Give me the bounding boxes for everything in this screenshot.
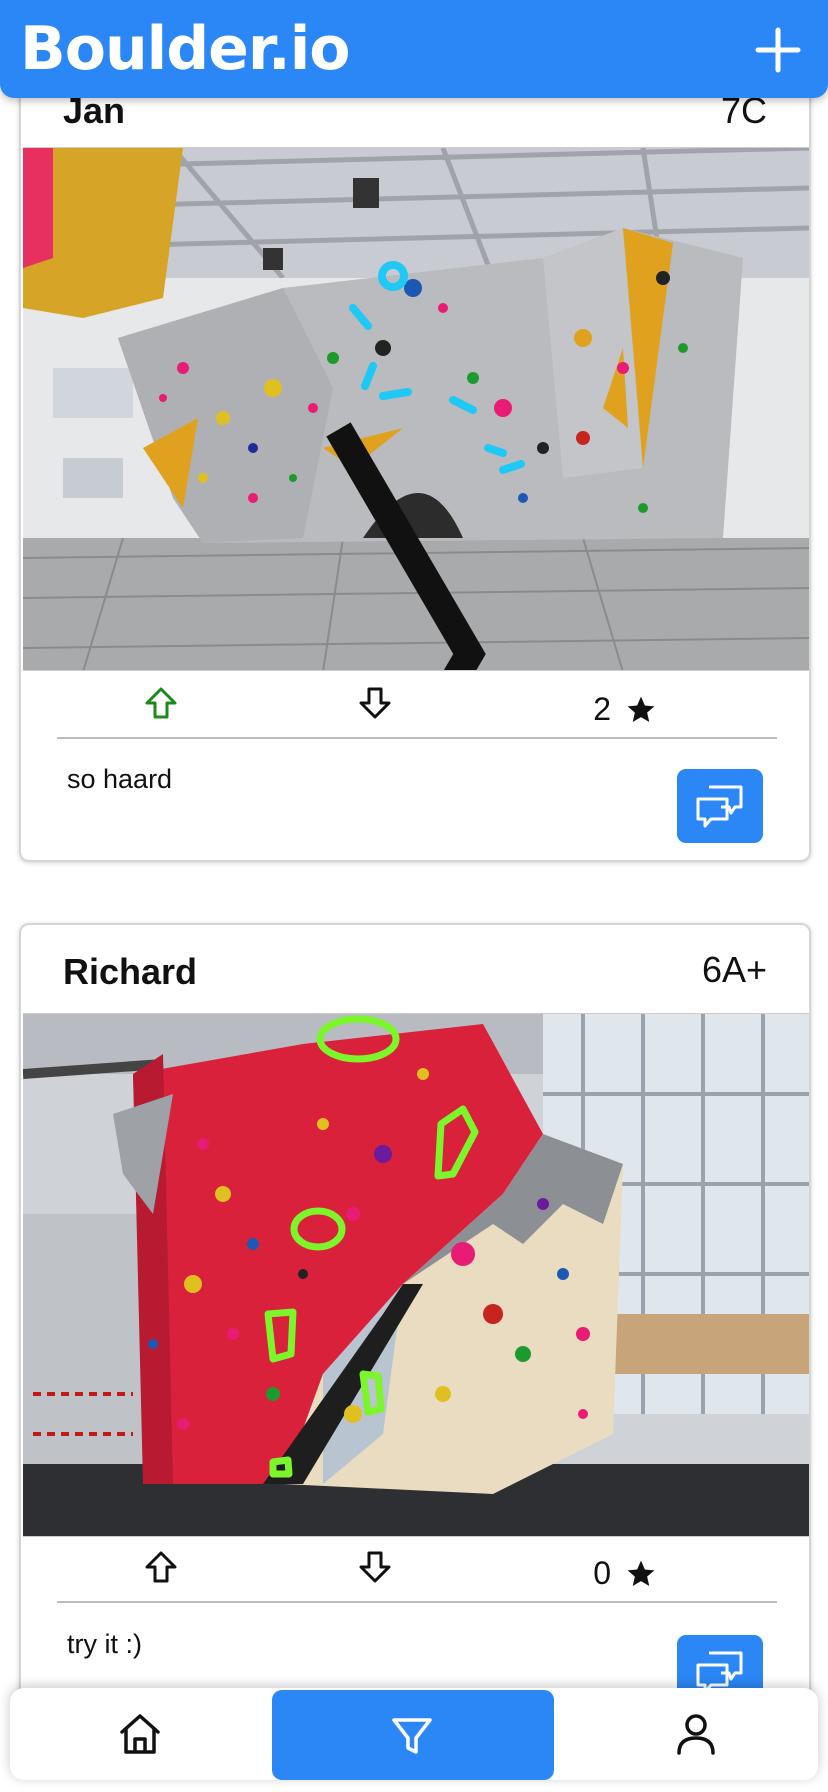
arrow-up-icon: [145, 1551, 177, 1583]
home-icon: [120, 1714, 160, 1754]
upvote-button[interactable]: [143, 685, 179, 721]
arrow-down-icon: [359, 687, 391, 719]
add-post-button[interactable]: [754, 26, 802, 74]
boulder-photo-image: [23, 1014, 809, 1536]
vote-row: 0: [57, 1537, 777, 1603]
post-author: Richard: [63, 951, 198, 992]
filter-icon: [392, 1718, 432, 1754]
nav-home-button[interactable]: [10, 1688, 272, 1780]
chat-bubbles-icon: [696, 785, 743, 828]
rating: 2: [593, 691, 657, 728]
downvote-button[interactable]: [357, 685, 393, 721]
arrow-down-icon: [359, 1551, 391, 1583]
rating-value: 0: [593, 1555, 611, 1591]
post-card: Richard 6A+ 0 try it:): [19, 923, 811, 1743]
plus-icon: [755, 27, 801, 73]
vote-row: 2: [57, 673, 777, 739]
post-grade: 6A+: [701, 949, 767, 990]
post-card: Jan 7C 2 so haard: [19, 50, 811, 862]
rating-value: 2: [593, 691, 611, 727]
comments-button[interactable]: [677, 769, 763, 843]
boulder-photo[interactable]: [23, 1013, 809, 1537]
nav-filter-button[interactable]: [272, 1690, 554, 1780]
arrow-up-icon: [145, 687, 177, 719]
upvote-button[interactable]: [143, 1549, 179, 1585]
chevron-right-icon[interactable]: [23, 392, 797, 671]
bottom-nav: [10, 1688, 818, 1780]
boulder-photo[interactable]: [23, 147, 809, 671]
rating: 0: [593, 1555, 657, 1592]
nav-profile-button[interactable]: [554, 1688, 818, 1780]
user-icon: [677, 1714, 715, 1755]
downvote-button[interactable]: [357, 1549, 393, 1585]
star-icon: [627, 696, 655, 722]
post-comment: try it :): [67, 1629, 142, 1659]
star-icon: [627, 1560, 655, 1586]
app-header: Boulder.io: [0, 0, 828, 98]
post-comment: so haard: [67, 764, 173, 794]
app-title: Boulder.io: [20, 14, 350, 84]
